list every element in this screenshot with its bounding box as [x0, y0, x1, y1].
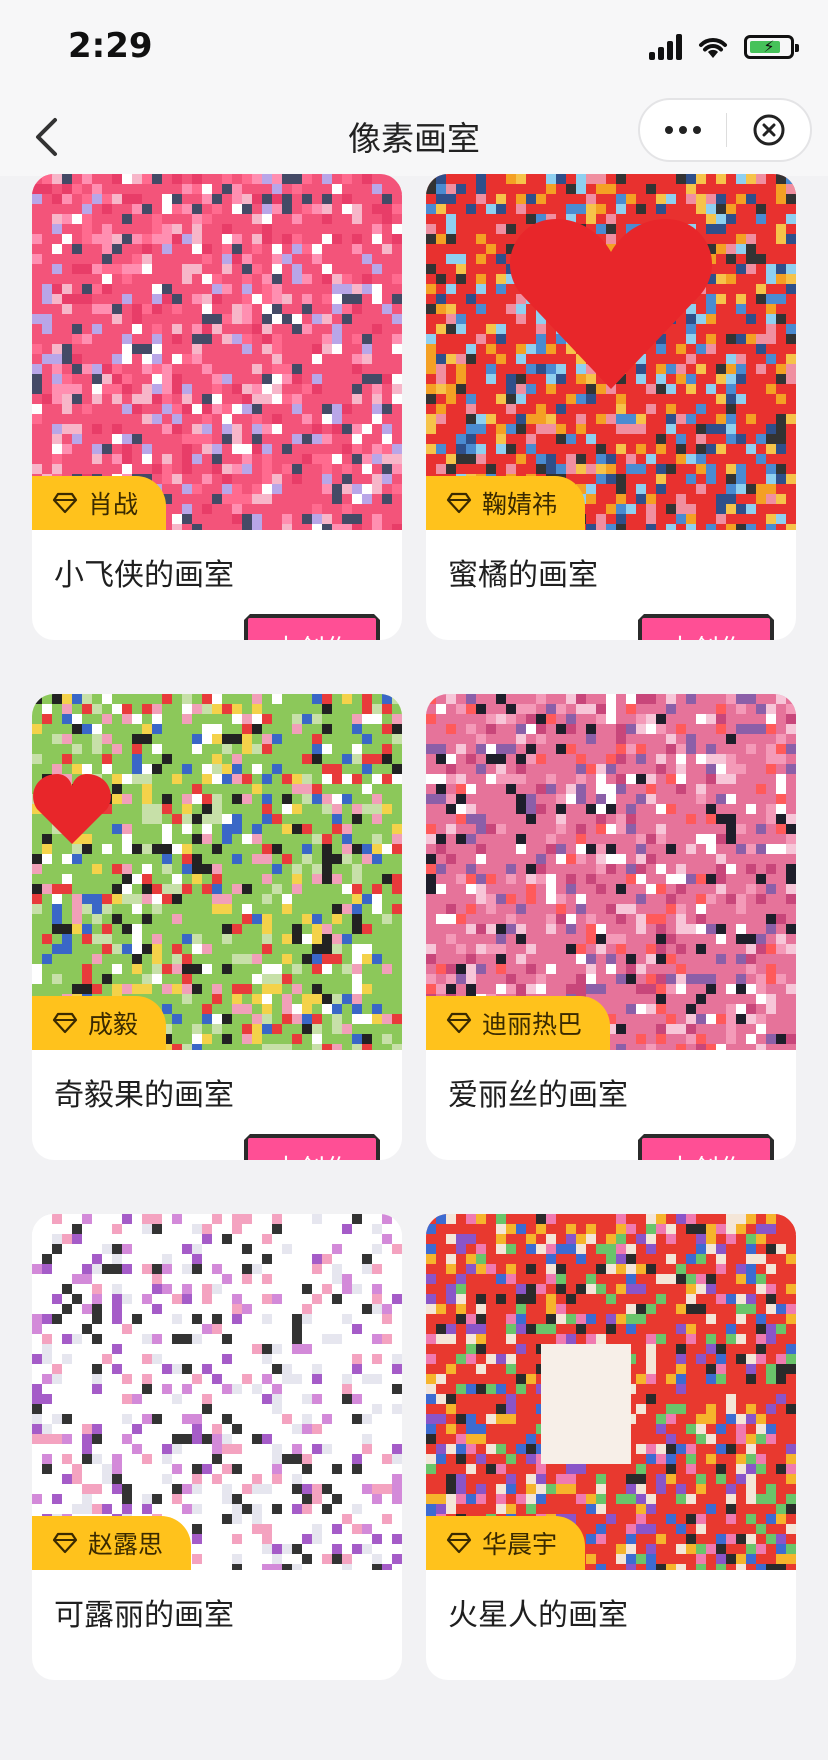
pixel-canvas-thumbnail[interactable]: 肖战	[32, 174, 402, 530]
studio-title: 奇毅果的画室	[54, 1078, 234, 1113]
pixel-canvas-thumbnail[interactable]: 成毅	[32, 694, 402, 1050]
diamond-icon	[446, 1012, 472, 1034]
more-dot-icon	[693, 126, 701, 134]
idol-name: 赵露思	[88, 1530, 164, 1559]
status-bar: 2:29 ⚡	[0, 0, 828, 98]
studio-title: 爱丽丝的画室	[448, 1078, 628, 1113]
signal-icon	[649, 34, 682, 60]
more-button[interactable]	[640, 100, 726, 160]
studio-title: 小飞侠的画室	[54, 558, 234, 593]
studio-title: 可露丽的画室	[54, 1598, 234, 1633]
more-dot-icon	[665, 126, 673, 134]
diamond-icon	[52, 1012, 78, 1034]
diamond-icon	[52, 492, 78, 514]
create-button[interactable]: 去创作	[638, 614, 774, 640]
pixel-canvas-thumbnail[interactable]: 赵露思	[32, 1214, 402, 1570]
idol-name: 鞠婧祎	[482, 490, 558, 519]
card-footer: 3020.1万去创作	[426, 1134, 796, 1160]
mini-program-capsule	[638, 98, 812, 162]
idol-badge: 华晨宇	[426, 1516, 586, 1570]
create-button[interactable]: 去创作	[638, 1134, 774, 1160]
diamond-icon	[446, 1532, 472, 1554]
status-icons: ⚡	[649, 34, 799, 60]
battery-icon: ⚡	[744, 35, 799, 59]
studio-title: 火星人的画室	[448, 1598, 628, 1633]
card-footer: 3817.4万去创作	[32, 1134, 402, 1160]
idol-name: 华晨宇	[482, 1530, 558, 1559]
idol-name: 迪丽热巴	[482, 1010, 583, 1039]
wifi-icon	[699, 38, 727, 58]
create-button[interactable]: 去创作	[244, 614, 380, 640]
close-button[interactable]	[727, 100, 810, 160]
idol-badge: 赵露思	[32, 1516, 192, 1570]
pixel-canvas-thumbnail[interactable]: 迪丽热巴	[426, 694, 796, 1050]
idol-name: 肖战	[88, 490, 139, 519]
close-circle-icon	[753, 114, 784, 146]
status-time: 2:29	[68, 26, 153, 66]
idol-name: 成毅	[88, 1010, 139, 1039]
studio-card[interactable]: 迪丽热巴爱丽丝的画室 3020.1万去创作	[426, 694, 796, 1160]
studio-card[interactable]: 赵露思可露丽的画室	[32, 1214, 402, 1680]
idol-badge: 迪丽热巴	[426, 996, 611, 1050]
studio-card[interactable]: 华晨宇火星人的画室	[426, 1214, 796, 1680]
create-button[interactable]: 去创作	[244, 1134, 380, 1160]
studio-title: 蜜橘的画室	[448, 558, 598, 593]
card-footer: 3944.6万去创作	[426, 614, 796, 640]
idol-badge: 成毅	[32, 996, 167, 1050]
pixel-canvas-thumbnail[interactable]: 鞠婧祎	[426, 174, 796, 530]
idol-badge: 肖战	[32, 476, 167, 530]
diamond-icon	[52, 1532, 78, 1554]
more-dot-icon	[679, 126, 687, 134]
diamond-icon	[446, 492, 472, 514]
studio-card[interactable]: 肖战小飞侠的画室 4679.2万去创作	[32, 174, 402, 640]
idol-badge: 鞠婧祎	[426, 476, 586, 530]
studio-card[interactable]: 鞠婧祎蜜橘的画室 3944.6万去创作	[426, 174, 796, 640]
nav-bar: 像素画室	[0, 98, 828, 176]
card-footer: 4679.2万去创作	[32, 614, 402, 640]
pixel-canvas-thumbnail[interactable]: 华晨宇	[426, 1214, 796, 1570]
studio-card[interactable]: 成毅奇毅果的画室 3817.4万去创作	[32, 694, 402, 1160]
